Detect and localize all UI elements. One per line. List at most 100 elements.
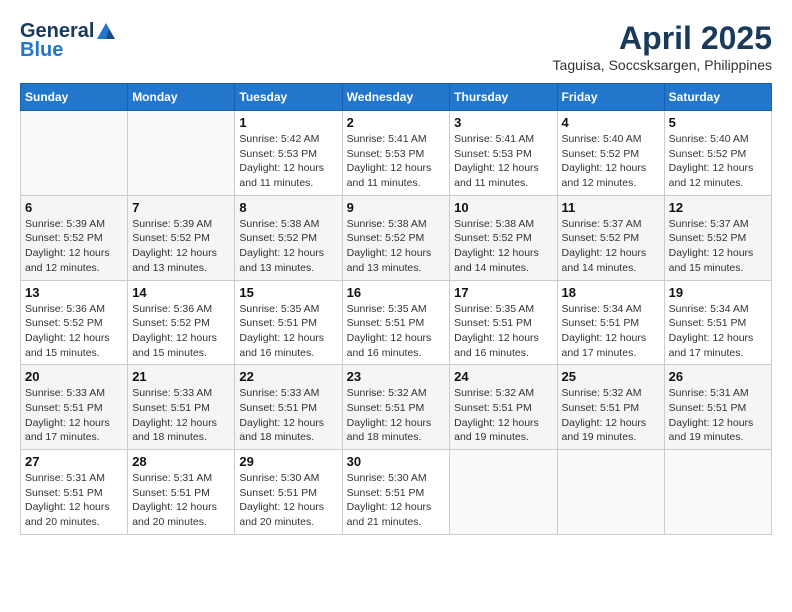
calendar-cell: 19 Sunrise: 5:34 AMSunset: 5:51 PMDayligh… [664,280,771,365]
day-detail: Sunrise: 5:38 AMSunset: 5:52 PMDaylight:… [347,217,446,276]
calendar-cell [557,450,664,535]
calendar-cell: 2 Sunrise: 5:41 AMSunset: 5:53 PMDaylight… [342,111,450,196]
day-number: 6 [25,200,123,215]
calendar-cell: 12 Sunrise: 5:37 AMSunset: 5:52 PMDayligh… [664,195,771,280]
day-detail: Sunrise: 5:33 AMSunset: 5:51 PMDaylight:… [132,386,230,445]
day-detail: Sunrise: 5:32 AMSunset: 5:51 PMDaylight:… [454,386,552,445]
day-number: 11 [562,200,660,215]
day-detail: Sunrise: 5:36 AMSunset: 5:52 PMDaylight:… [132,302,230,361]
day-detail: Sunrise: 5:39 AMSunset: 5:52 PMDaylight:… [132,217,230,276]
day-detail: Sunrise: 5:34 AMSunset: 5:51 PMDaylight:… [562,302,660,361]
logo-icon [95,21,117,43]
day-number: 14 [132,285,230,300]
calendar-cell: 5 Sunrise: 5:40 AMSunset: 5:52 PMDaylight… [664,111,771,196]
calendar-cell: 4 Sunrise: 5:40 AMSunset: 5:52 PMDaylight… [557,111,664,196]
day-number: 13 [25,285,123,300]
location-subtitle: Taguisa, Soccsksargen, Philippines [553,57,772,73]
calendar-cell: 10Sunrise: 5:38 AMSunset: 5:52 PMDayligh… [450,195,557,280]
day-detail: Sunrise: 5:38 AMSunset: 5:52 PMDaylight:… [454,217,552,276]
day-number: 23 [347,369,446,384]
column-header-sunday: Sunday [21,84,128,111]
column-header-tuesday: Tuesday [235,84,342,111]
day-detail: Sunrise: 5:37 AMSunset: 5:52 PMDaylight:… [562,217,660,276]
page-header: General Blue April 2025 Taguisa, Soccsks… [20,20,772,73]
calendar-cell: 6 Sunrise: 5:39 AMSunset: 5:52 PMDaylight… [21,195,128,280]
day-detail: Sunrise: 5:38 AMSunset: 5:52 PMDaylight:… [239,217,337,276]
calendar-cell: 17Sunrise: 5:35 AMSunset: 5:51 PMDayligh… [450,280,557,365]
day-detail: Sunrise: 5:41 AMSunset: 5:53 PMDaylight:… [454,132,552,191]
calendar-cell: 30 Sunrise: 5:30 AMSunset: 5:51 PMDayligh… [342,450,450,535]
day-detail: Sunrise: 5:31 AMSunset: 5:51 PMDaylight:… [669,386,767,445]
day-detail: Sunrise: 5:32 AMSunset: 5:51 PMDaylight:… [347,386,446,445]
calendar-week-row: 6 Sunrise: 5:39 AMSunset: 5:52 PMDaylight… [21,195,772,280]
calendar-cell: 3 Sunrise: 5:41 AMSunset: 5:53 PMDaylight… [450,111,557,196]
calendar-cell [21,111,128,196]
day-number: 30 [347,454,446,469]
calendar-cell: 24 Sunrise: 5:32 AMSunset: 5:51 PMDayligh… [450,365,557,450]
day-detail: Sunrise: 5:42 AMSunset: 5:53 PMDaylight:… [239,132,337,191]
calendar-cell: 1 Sunrise: 5:42 AMSunset: 5:53 PMDaylight… [235,111,342,196]
day-detail: Sunrise: 5:33 AMSunset: 5:51 PMDaylight:… [25,386,123,445]
day-detail: Sunrise: 5:35 AMSunset: 5:51 PMDaylight:… [454,302,552,361]
day-detail: Sunrise: 5:33 AMSunset: 5:51 PMDaylight:… [239,386,337,445]
day-number: 9 [347,200,446,215]
day-detail: Sunrise: 5:31 AMSunset: 5:51 PMDaylight:… [132,471,230,530]
day-number: 26 [669,369,767,384]
calendar-cell: 9 Sunrise: 5:38 AMSunset: 5:52 PMDaylight… [342,195,450,280]
calendar-cell: 21Sunrise: 5:33 AMSunset: 5:51 PMDayligh… [128,365,235,450]
column-header-saturday: Saturday [664,84,771,111]
day-detail: Sunrise: 5:39 AMSunset: 5:52 PMDaylight:… [25,217,123,276]
calendar-cell: 11 Sunrise: 5:37 AMSunset: 5:52 PMDayligh… [557,195,664,280]
calendar-cell: 8 Sunrise: 5:38 AMSunset: 5:52 PMDaylight… [235,195,342,280]
day-number: 1 [239,115,337,130]
day-number: 12 [669,200,767,215]
day-detail: Sunrise: 5:34 AMSunset: 5:51 PMDaylight:… [669,302,767,361]
day-detail: Sunrise: 5:37 AMSunset: 5:52 PMDaylight:… [669,217,767,276]
day-number: 29 [239,454,337,469]
calendar-cell: 18 Sunrise: 5:34 AMSunset: 5:51 PMDayligh… [557,280,664,365]
day-number: 8 [239,200,337,215]
day-number: 24 [454,369,552,384]
day-number: 20 [25,369,123,384]
day-detail: Sunrise: 5:36 AMSunset: 5:52 PMDaylight:… [25,302,123,361]
day-number: 15 [239,285,337,300]
calendar-cell [664,450,771,535]
day-number: 19 [669,285,767,300]
calendar-cell: 15Sunrise: 5:35 AMSunset: 5:51 PMDayligh… [235,280,342,365]
day-number: 4 [562,115,660,130]
day-number: 22 [239,369,337,384]
column-header-monday: Monday [128,84,235,111]
day-detail: Sunrise: 5:41 AMSunset: 5:53 PMDaylight:… [347,132,446,191]
day-detail: Sunrise: 5:31 AMSunset: 5:51 PMDaylight:… [25,471,123,530]
column-header-thursday: Thursday [450,84,557,111]
day-detail: Sunrise: 5:30 AMSunset: 5:51 PMDaylight:… [239,471,337,530]
day-number: 3 [454,115,552,130]
calendar-week-row: 13 Sunrise: 5:36 AMSunset: 5:52 PMDayligh… [21,280,772,365]
calendar-cell: 22 Sunrise: 5:33 AMSunset: 5:51 PMDayligh… [235,365,342,450]
calendar-cell: 28 Sunrise: 5:31 AMSunset: 5:51 PMDayligh… [128,450,235,535]
calendar-week-row: 20 Sunrise: 5:33 AMSunset: 5:51 PMDayligh… [21,365,772,450]
calendar-cell [450,450,557,535]
day-detail: Sunrise: 5:40 AMSunset: 5:52 PMDaylight:… [562,132,660,191]
day-number: 18 [562,285,660,300]
day-detail: Sunrise: 5:32 AMSunset: 5:51 PMDaylight:… [562,386,660,445]
calendar-week-row: 1 Sunrise: 5:42 AMSunset: 5:53 PMDaylight… [21,111,772,196]
calendar-header-row: SundayMondayTuesdayWednesdayThursdayFrid… [21,84,772,111]
logo-blue: Blue [20,39,63,62]
title-area: April 2025 Taguisa, Soccsksargen, Philip… [553,20,772,73]
calendar-cell: 14 Sunrise: 5:36 AMSunset: 5:52 PMDayligh… [128,280,235,365]
day-number: 5 [669,115,767,130]
column-header-wednesday: Wednesday [342,84,450,111]
day-number: 7 [132,200,230,215]
calendar-cell: 13 Sunrise: 5:36 AMSunset: 5:52 PMDayligh… [21,280,128,365]
calendar-cell: 23 Sunrise: 5:32 AMSunset: 5:51 PMDayligh… [342,365,450,450]
day-detail: Sunrise: 5:30 AMSunset: 5:51 PMDaylight:… [347,471,446,530]
day-number: 2 [347,115,446,130]
calendar-cell: 16Sunrise: 5:35 AMSunset: 5:51 PMDayligh… [342,280,450,365]
calendar-cell: 29 Sunrise: 5:30 AMSunset: 5:51 PMDayligh… [235,450,342,535]
calendar-week-row: 27Sunrise: 5:31 AMSunset: 5:51 PMDayligh… [21,450,772,535]
calendar-cell: 26 Sunrise: 5:31 AMSunset: 5:51 PMDayligh… [664,365,771,450]
day-detail: Sunrise: 5:40 AMSunset: 5:52 PMDaylight:… [669,132,767,191]
day-number: 28 [132,454,230,469]
day-number: 25 [562,369,660,384]
